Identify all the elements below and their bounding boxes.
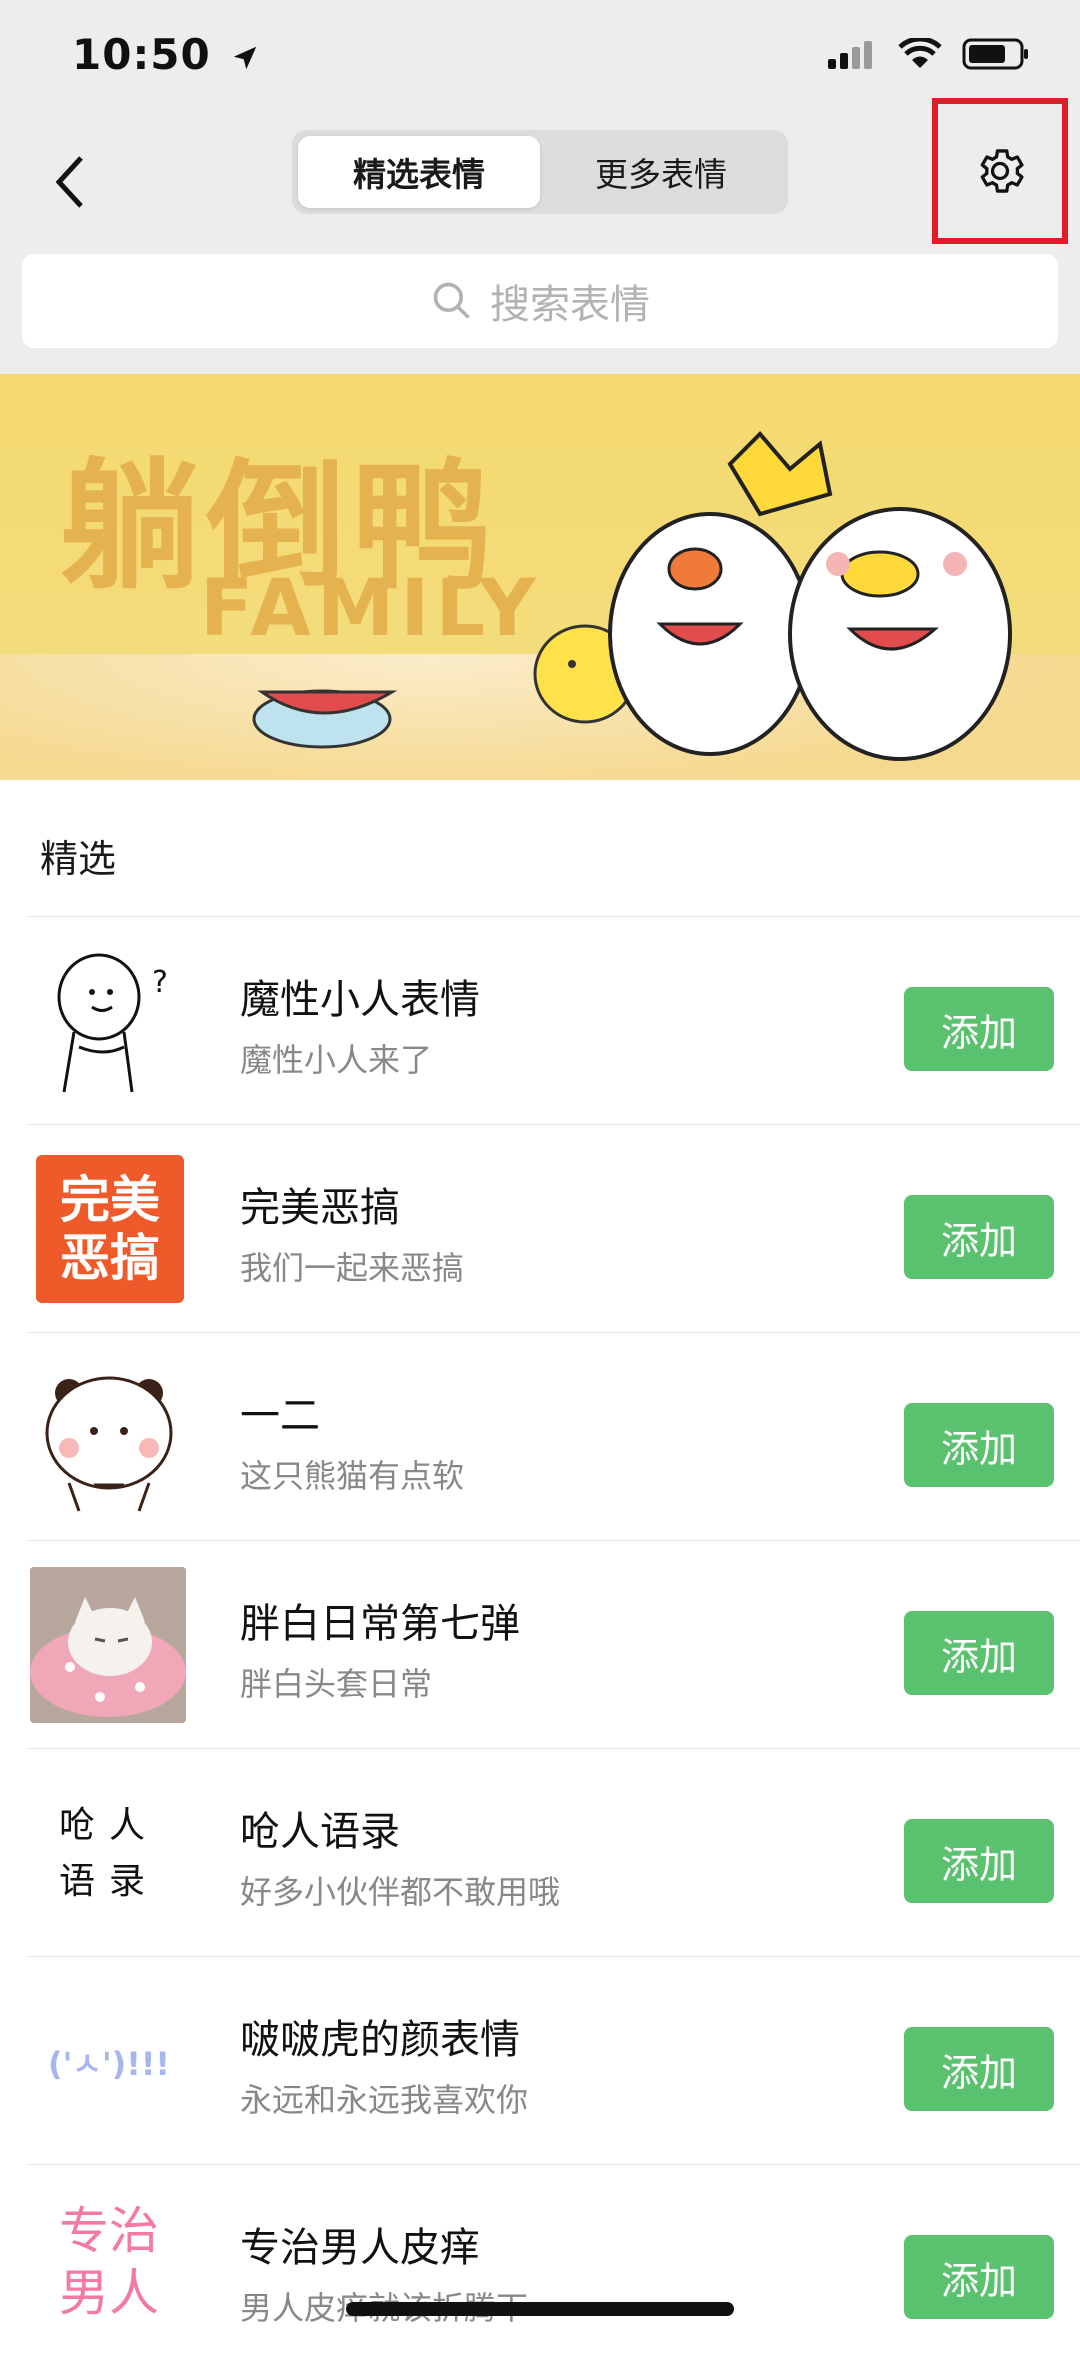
status-bar: 10:50 — [0, 0, 1080, 118]
add-button[interactable]: 添加 — [904, 2027, 1054, 2111]
cat-photo-icon — [30, 1567, 186, 1723]
sticker-subtitle: 这只熊猫有点软 — [240, 1457, 465, 1495]
add-button[interactable]: 添加 — [904, 1819, 1054, 1903]
sticker-list: ? 魔性小人表情 魔性小人来了 添加 完美恶搞 完美恶搞 我们一起来恶搞 添加 … — [0, 917, 1080, 2373]
search-input[interactable]: 搜索表情 — [22, 254, 1058, 348]
sticker-subtitle: 我们一起来恶搞 — [240, 1249, 465, 1287]
tab-switcher: 精选表情 更多表情 — [292, 130, 788, 214]
duck-characters-illustration — [252, 431, 1012, 761]
add-button[interactable]: 添加 — [904, 987, 1054, 1071]
sticker-thumbnail: 专治男人 — [30, 2187, 188, 2337]
add-button[interactable]: 添加 — [904, 2235, 1054, 2319]
gear-icon — [980, 149, 1024, 193]
list-item[interactable]: 完美恶搞 完美恶搞 我们一起来恶搞 添加 — [0, 1125, 1080, 1333]
search-icon — [433, 282, 470, 319]
tab-featured-stickers[interactable]: 精选表情 — [298, 136, 540, 208]
list-item[interactable]: 胖白日常第七弹 胖白头套日常 添加 — [0, 1541, 1080, 1749]
chevron-left-icon — [55, 156, 83, 208]
list-item[interactable]: ? 魔性小人表情 魔性小人来了 添加 — [0, 917, 1080, 1125]
list-item[interactable]: 专治男人 专治男人皮痒 男人皮痒就该折腾下 添加 — [0, 2165, 1080, 2373]
status-time: 10:50 — [72, 30, 260, 79]
section-title: 精选 — [40, 837, 117, 881]
sticker-title: 胖白日常第七弹 — [240, 1601, 520, 1647]
sticker-thumbnail — [30, 1363, 188, 1513]
stick-figure-icon: ? — [57, 953, 168, 1093]
battery-icon — [962, 38, 1028, 70]
location-arrow-icon — [234, 46, 257, 69]
thumbnail-text: ('ㅅ')!!! — [47, 2045, 171, 2083]
add-button[interactable]: 添加 — [904, 1195, 1054, 1279]
thumbnail-text: 完美恶搞 — [60, 1171, 160, 1287]
add-button[interactable]: 添加 — [904, 1611, 1054, 1695]
panda-icon — [45, 1376, 173, 1512]
tab-more-stickers[interactable]: 更多表情 — [540, 136, 782, 208]
sticker-title: 完美恶搞 — [240, 1185, 400, 1231]
nav-bar: 精选表情 更多表情 — [0, 98, 1080, 246]
sticker-subtitle: 好多小伙伴都不敢用哦 — [240, 1873, 561, 1911]
sticker-subtitle: 魔性小人来了 — [240, 1041, 433, 1079]
svg-text:?: ? — [152, 965, 168, 1000]
sticker-title: 一二 — [240, 1393, 320, 1439]
promo-banner[interactable]: 躺倒鸭 FAMILY — [0, 374, 1080, 780]
sticker-subtitle: 永远和永远我喜欢你 — [240, 2081, 529, 2119]
back-button[interactable] — [36, 142, 106, 222]
status-icons — [828, 38, 1030, 70]
sticker-thumbnail: 完美恶搞 — [36, 1155, 184, 1303]
thumbnail-text: 呛人语录 — [58, 1805, 159, 1902]
wifi-icon — [898, 38, 942, 68]
sticker-title: 魔性小人表情 — [240, 977, 480, 1023]
home-indicator[interactable] — [346, 2302, 734, 2316]
sticker-subtitle: 胖白头套日常 — [240, 1665, 433, 1703]
sticker-title: 呛人语录 — [240, 1809, 400, 1855]
sticker-thumbnail: 呛人语录 — [30, 1779, 188, 1929]
thumbnail-text: 专治男人 — [59, 2202, 159, 2322]
list-item[interactable]: ('ㅅ')!!! 啵啵虎的颜表情 永远和永远我喜欢你 添加 — [0, 1957, 1080, 2165]
sticker-thumbnail: ? — [30, 947, 188, 1097]
status-time-text: 10:50 — [72, 30, 211, 79]
list-item[interactable]: 一二 这只熊猫有点软 添加 — [0, 1333, 1080, 1541]
add-button[interactable]: 添加 — [904, 1403, 1054, 1487]
cellular-signal-icon — [828, 41, 872, 69]
settings-button[interactable] — [932, 98, 1068, 244]
sticker-title: 专治男人皮痒 — [240, 2225, 480, 2271]
list-item[interactable]: 呛人语录 呛人语录 好多小伙伴都不敢用哦 添加 — [0, 1749, 1080, 1957]
sticker-title: 啵啵虎的颜表情 — [240, 2017, 520, 2063]
search-placeholder: 搜索表情 — [490, 282, 650, 328]
search-area: 搜索表情 — [0, 246, 1080, 374]
sticker-thumbnail — [30, 1567, 186, 1723]
sticker-thumbnail: ('ㅅ')!!! — [30, 1987, 188, 2137]
